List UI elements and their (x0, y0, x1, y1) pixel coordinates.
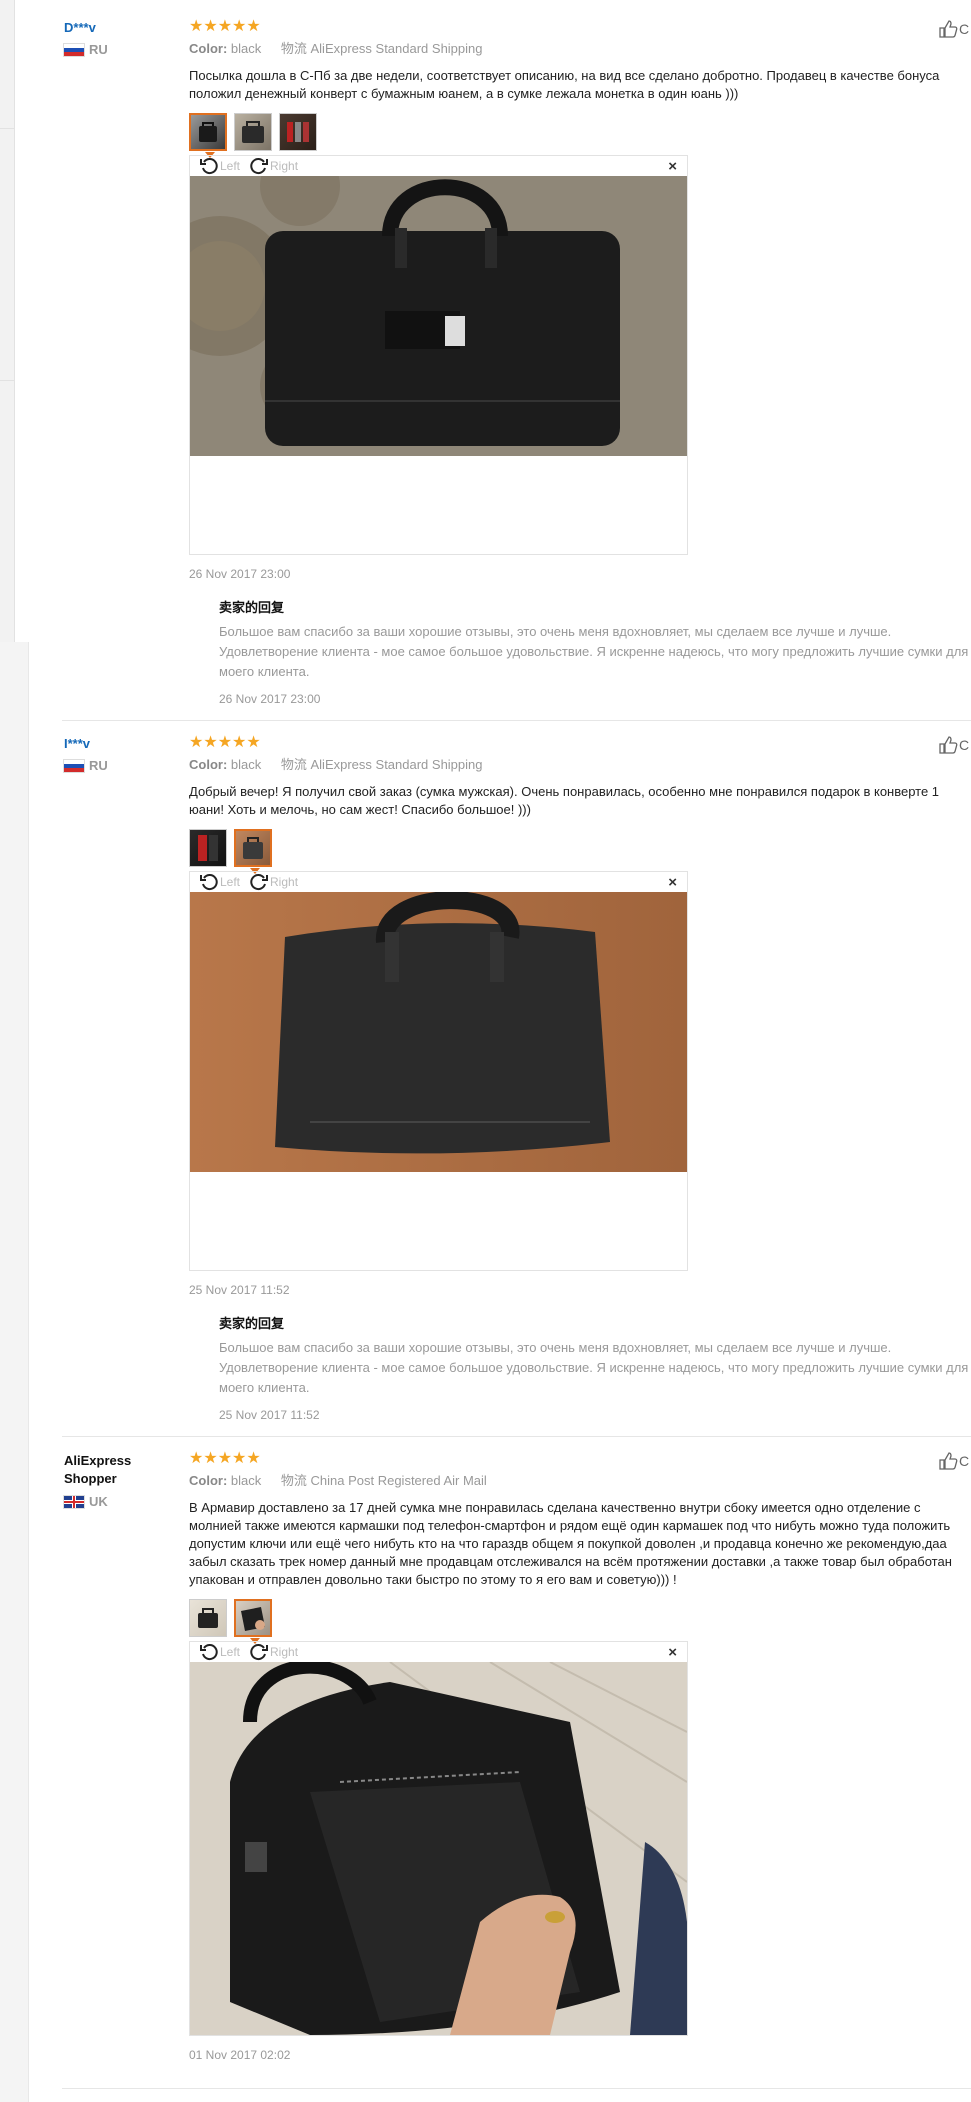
review-photos (189, 113, 969, 158)
country-code: RU (89, 42, 108, 57)
shipping-method: 物流 AliExpress Standard Shipping (280, 757, 483, 772)
rotate-left-button[interactable]: Left (200, 1643, 240, 1661)
review-body: ★★★★★ Color: black 物流 AliExpress Standar… (189, 18, 969, 706)
viewer-toolbar: Left Right × (190, 156, 687, 176)
seller-reply-title: 卖家的回复 (219, 600, 285, 615)
divider (62, 720, 971, 721)
review-text: Добрый вечер! Я получил свой заказ (сумк… (189, 784, 940, 817)
photo-viewer: Left Right × (189, 871, 688, 1271)
rotate-left-label: Left (220, 159, 241, 173)
color-label: Color: (189, 757, 228, 772)
country-code: UK (89, 1494, 108, 1509)
review-meta: Color: black 物流 AliExpress Standard Ship… (189, 41, 969, 57)
review-text: В Армавир доставлено за 17 дней сумка мн… (189, 1500, 952, 1587)
country-code: RU (89, 758, 108, 773)
rotate-left-button[interactable]: Left (200, 157, 240, 175)
seller-reply-date: 26 Nov 2017 23:00 (219, 692, 321, 706)
viewer-toolbar: Left Right × (190, 872, 687, 892)
reviewer-name[interactable]: AliExpress Shopper (64, 1452, 154, 1488)
color-value: black (230, 757, 262, 772)
photo-thumbnail[interactable] (279, 113, 317, 151)
rotate-right-icon (250, 874, 269, 891)
close-viewer-button[interactable]: × (668, 874, 677, 891)
photo-thumbnail[interactable] (234, 1599, 272, 1644)
review-body: ★★★★★ Color: black 物流 AliExpress Standar… (189, 734, 969, 1422)
rotate-left-icon (200, 874, 218, 891)
review-date: 25 Nov 2017 11:52 (189, 1283, 290, 1297)
reviewer-name[interactable]: D***v (64, 20, 108, 36)
rotate-right-button[interactable]: Right (250, 873, 298, 891)
reviewer-country: RU (64, 42, 108, 57)
seller-reply-text: Большое вам спасибо за ваши хорошие отзы… (219, 1340, 969, 1395)
review-photo[interactable] (190, 176, 687, 456)
rotate-right-label: Right (270, 159, 299, 173)
reviewer-name[interactable]: I***v (64, 736, 108, 752)
photo-viewer: Left Right × (189, 1641, 688, 2036)
color-value: black (230, 1473, 262, 1488)
color-label: Color: (189, 1473, 228, 1488)
shipping-method: 物流 China Post Registered Air Mail (280, 1473, 487, 1488)
review-text: Посылка дошла в С-Пб за две недели, соот… (189, 68, 940, 101)
rotate-left-icon (200, 158, 218, 175)
uk-flag-icon (64, 1495, 84, 1508)
rotate-right-icon (250, 1644, 269, 1661)
color-label: Color: (189, 41, 228, 56)
reviewer-info: I***v RU (64, 736, 108, 773)
russia-flag-icon (64, 759, 84, 772)
seller-reply-title: 卖家的回复 (219, 1316, 285, 1331)
photo-thumbnail[interactable] (189, 1599, 227, 1637)
shipping-method: 物流 AliExpress Standard Shipping (280, 41, 483, 56)
review-meta: Color: black 物流 AliExpress Standard Ship… (189, 757, 969, 773)
side-panel (0, 0, 15, 642)
seller-reply: 卖家的回复 Большое вам спасибо за ваши хороши… (219, 1313, 969, 1422)
rotate-right-button[interactable]: Right (250, 157, 298, 175)
close-viewer-button[interactable]: × (668, 1644, 677, 1661)
viewer-toolbar: Left Right × (190, 1642, 687, 1662)
russia-flag-icon (64, 43, 84, 56)
review-photos (189, 829, 969, 874)
divider (62, 2088, 971, 2089)
seller-reply: 卖家的回复 Большое вам спасибо за ваши хороши… (219, 597, 969, 706)
rotate-left-icon (200, 1644, 218, 1661)
review-meta: Color: black 物流 China Post Registered Ai… (189, 1473, 969, 1489)
photo-thumbnail[interactable] (189, 113, 227, 158)
rotate-left-label: Left (220, 875, 241, 889)
photo-thumbnail[interactable] (234, 113, 272, 151)
divider (62, 1436, 971, 1437)
rotate-right-label: Right (270, 875, 299, 889)
color-value: black (230, 41, 262, 56)
review-photo[interactable] (190, 892, 687, 1172)
close-viewer-button[interactable]: × (668, 158, 677, 175)
star-rating: ★★★★★ (189, 18, 261, 35)
review-photo[interactable] (190, 1662, 687, 2035)
review-date: 01 Nov 2017 02:02 (189, 2048, 291, 2062)
seller-reply-date: 25 Nov 2017 11:52 (219, 1408, 320, 1422)
star-rating: ★★★★★ (189, 1450, 261, 1467)
rotate-left-label: Left (220, 1645, 241, 1659)
side-strip (0, 642, 29, 2102)
rotate-right-button[interactable]: Right (250, 1643, 298, 1661)
reviewer-info: D***v RU (64, 20, 108, 57)
photo-thumbnail[interactable] (189, 829, 227, 867)
review-date: 26 Nov 2017 23:00 (189, 567, 291, 581)
photo-viewer: Left Right × (189, 155, 688, 555)
review-photos (189, 1599, 969, 1644)
photo-thumbnail[interactable] (234, 829, 272, 874)
rotate-left-button[interactable]: Left (200, 873, 240, 891)
seller-reply-text: Большое вам спасибо за ваши хорошие отзы… (219, 624, 969, 679)
reviewer-country: RU (64, 758, 108, 773)
rotate-right-label: Right (270, 1645, 299, 1659)
reviewer-info: AliExpress Shopper UK (64, 1452, 154, 1509)
star-rating: ★★★★★ (189, 734, 261, 751)
review-body: ★★★★★ Color: black 物流 China Post Registe… (189, 1450, 969, 2062)
reviewer-country: UK (64, 1494, 154, 1509)
rotate-right-icon (250, 158, 269, 175)
